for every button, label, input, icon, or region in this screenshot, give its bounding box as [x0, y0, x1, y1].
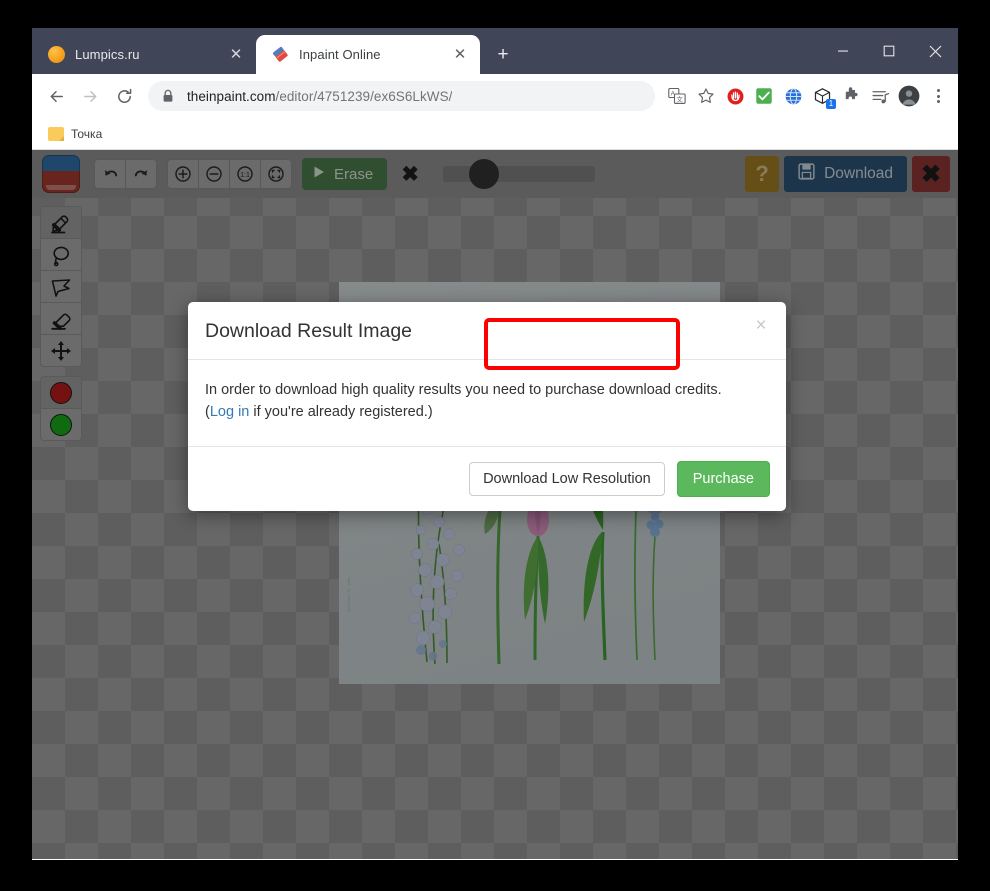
- bookmark-star-icon[interactable]: [693, 83, 719, 109]
- tab-title: Inpaint Online: [299, 47, 381, 62]
- translate-icon[interactable]: A 文: [664, 83, 690, 109]
- bookmark-tochka[interactable]: Точка: [42, 124, 110, 144]
- inpaint-eraser-icon: [272, 46, 289, 63]
- globe-extension-icon[interactable]: [780, 83, 806, 109]
- puzzle-extensions-icon[interactable]: [838, 83, 864, 109]
- purchase-button[interactable]: Purchase: [676, 460, 770, 497]
- address-bar[interactable]: theinpaint.com/editor/4751239/ex6S6LkWS/: [148, 81, 655, 111]
- download-low-resolution-button[interactable]: Download Low Resolution: [469, 461, 665, 496]
- maximize-icon[interactable]: [866, 28, 912, 74]
- modal-body: In order to download high quality result…: [188, 360, 786, 446]
- forward-arrow-icon[interactable]: [76, 82, 104, 110]
- profile-avatar-icon[interactable]: [896, 83, 922, 109]
- package-badge: 1: [826, 99, 836, 109]
- minimize-icon[interactable]: [820, 28, 866, 74]
- checkmark-extension-icon[interactable]: [751, 83, 777, 109]
- inpaint-app: Stock Photo - ID: · photo 1:1 Erase ✖ ? …: [32, 150, 958, 859]
- lock-icon: [162, 89, 176, 103]
- modal-body-line2: (Log in if you're already registered.): [205, 401, 769, 423]
- window-controls: [820, 28, 958, 74]
- line2-rest: if you're already registered.): [249, 404, 433, 421]
- tab-inpaint-online[interactable]: Inpaint Online ✕: [256, 35, 480, 74]
- tab-lumpics[interactable]: Lumpics.ru ✕: [32, 35, 256, 74]
- orange-circle-icon: [48, 46, 65, 63]
- modal-body-line1: In order to download high quality result…: [205, 382, 722, 398]
- adblock-icon[interactable]: [722, 83, 748, 109]
- url-text: theinpaint.com/editor/4751239/ex6S6LkWS/: [187, 89, 452, 104]
- bookmark-label: Точка: [71, 126, 103, 141]
- login-link[interactable]: Log in: [210, 404, 250, 420]
- chrome-menu-icon[interactable]: [926, 89, 950, 103]
- navigation-bar: theinpaint.com/editor/4751239/ex6S6LkWS/…: [32, 74, 958, 118]
- screenshot-root: Lumpics.ru ✕ Inpaint Online ✕ + theinpai…: [0, 0, 990, 891]
- bookmarks-bar: Точка: [32, 118, 958, 150]
- annotation-highlight: [484, 318, 680, 370]
- reading-list-icon[interactable]: [867, 83, 893, 109]
- modal-footer: Download Low Resolution Purchase: [188, 445, 786, 511]
- url-domain: theinpaint.com: [187, 88, 276, 104]
- close-icon[interactable]: [912, 28, 958, 74]
- svg-text:文: 文: [676, 94, 683, 103]
- modal-close-icon[interactable]: ×: [752, 316, 770, 336]
- url-path: /editor/4751239/ex6S6LkWS/: [275, 88, 453, 104]
- back-arrow-icon[interactable]: [42, 82, 70, 110]
- reload-icon[interactable]: [110, 82, 138, 110]
- tab-close-icon[interactable]: ✕: [226, 45, 246, 65]
- tab-title: Lumpics.ru: [75, 47, 140, 62]
- tab-close-icon[interactable]: ✕: [450, 45, 470, 65]
- package-extension-icon[interactable]: 1: [809, 83, 836, 109]
- folder-icon: [48, 126, 64, 141]
- tab-strip: Lumpics.ru ✕ Inpaint Online ✕ +: [32, 28, 958, 74]
- browser-window: Lumpics.ru ✕ Inpaint Online ✕ + theinpai…: [32, 28, 958, 860]
- new-tab-button[interactable]: +: [488, 39, 518, 69]
